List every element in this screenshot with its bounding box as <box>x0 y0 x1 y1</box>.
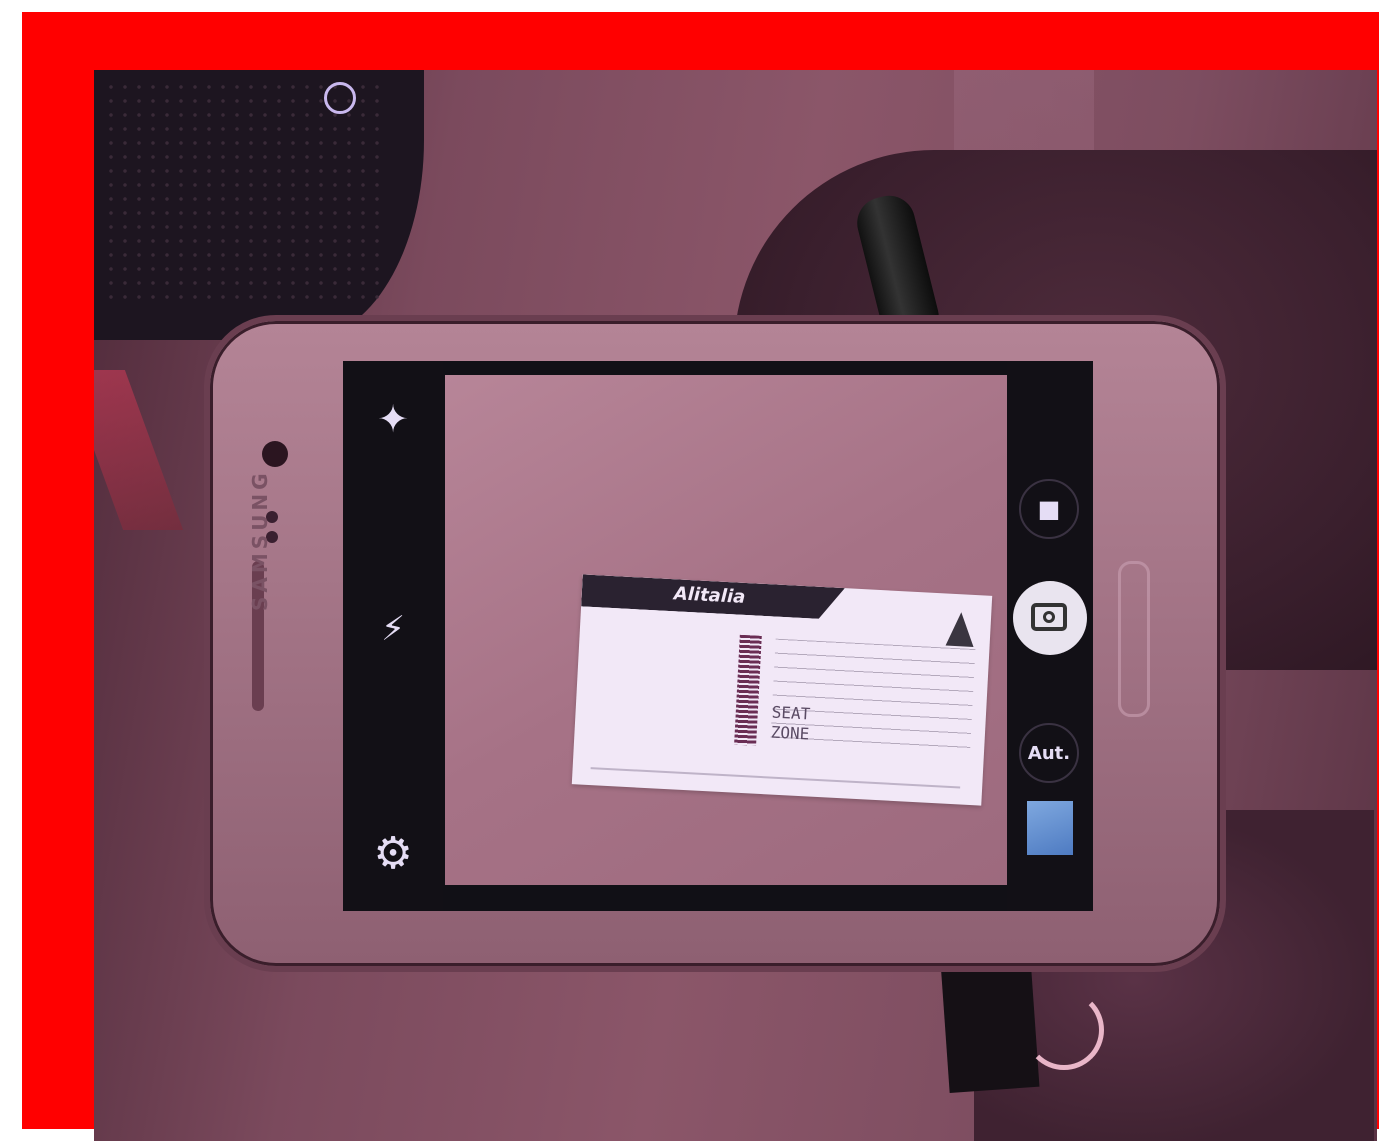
red-frame: SAMSUNG ✦ ⚡ ⚙ Alitalia SEAT ZONE ■ Aut. <box>22 12 1379 1141</box>
camera-right-bar: ■ Aut. <box>1007 361 1093 911</box>
smartphone: SAMSUNG ✦ ⚡ ⚙ Alitalia SEAT ZONE ■ Aut. <box>204 315 1226 972</box>
gallery-thumbnail[interactable] <box>1027 801 1073 855</box>
camera-icon <box>1031 603 1067 631</box>
ticket-header-band <box>581 574 992 627</box>
barcode <box>734 634 762 746</box>
photo: SAMSUNG ✦ ⚡ ⚙ Alitalia SEAT ZONE ■ Aut. <box>94 70 1377 1141</box>
camera-preview[interactable]: Alitalia SEAT ZONE <box>445 375 1007 885</box>
camera-left-bar: ✦ ⚡ ⚙ <box>343 361 443 911</box>
zone-label: ZONE <box>770 722 810 744</box>
shutter-button[interactable] <box>1013 581 1087 655</box>
strap-loop <box>1024 990 1104 1070</box>
home-button[interactable] <box>1118 561 1150 717</box>
cable <box>94 370 184 530</box>
desk-ring <box>324 82 356 114</box>
phone-brand: SAMSUNG <box>248 469 272 611</box>
seat-label: SEAT <box>771 702 811 724</box>
boarding-pass: Alitalia SEAT ZONE <box>571 574 993 806</box>
airline-chevron-icon <box>945 611 976 647</box>
camera-screen: ✦ ⚡ ⚙ Alitalia SEAT ZONE ■ Aut. <box>343 361 1093 911</box>
mode-icon[interactable]: ✦ <box>365 391 421 447</box>
ticket-seat-zone: SEAT ZONE <box>770 703 811 745</box>
airline-logo: Alitalia <box>673 583 746 608</box>
ticket-footer-line <box>590 767 961 789</box>
video-icon[interactable]: ■ <box>1019 479 1079 539</box>
gear-icon[interactable]: ⚙ <box>363 823 423 883</box>
desk-object <box>94 70 424 340</box>
flash-off-icon[interactable]: ⚡ <box>365 601 421 657</box>
auto-mode-button[interactable]: Aut. <box>1019 723 1079 783</box>
